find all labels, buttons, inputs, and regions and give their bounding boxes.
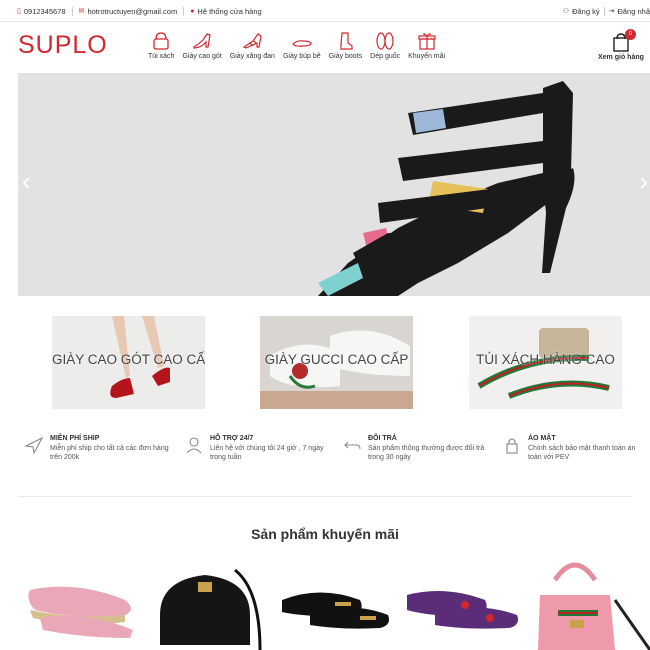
location-pin-icon: ● [190,8,195,15]
email-address: hotrotructuyen@gmail.com [87,7,178,16]
login-label: Đăng nhậ [617,7,650,16]
nav-label: Giày cao gót [182,53,222,60]
product-card[interactable] [530,560,650,650]
nav-item-slippers[interactable]: Dép guốc [370,31,400,60]
promo-caption: TÚI XÁCH HÀNG CAO [476,352,615,367]
promo-caption: GIÀY GUCCI CAO CẤP [264,352,409,367]
register-label: Đăng ký [572,7,600,16]
product-card[interactable] [25,560,138,650]
product-image-pink-espadrille [28,586,133,638]
feature-desc: Liên hệ với chúng tôi 24 giờ , 7 ngày tr… [210,444,324,461]
feature-desc: Chính sách bảo mật thanh toán an toàn vớ… [528,444,636,461]
product-image-purple-loafers [407,591,518,629]
banner-prev-arrow[interactable]: ‹ [22,168,31,194]
feature-title: ĐỔI TRẢ [368,435,397,442]
cart-label: Xem giỏ hàng [598,54,644,61]
nav-label: Giày boots [328,53,363,60]
top-bar: ▯ 0912345678 ✉ hotrotructuyen@gmail.com … [0,0,650,22]
phone-icon: ▯ [17,8,21,15]
category-nav: Túi xách Giày cao gót Giày xăng đan Giày… [148,31,453,60]
promo-tile-handbags[interactable]: TÚI XÁCH HÀNG CAO [469,316,622,409]
support-icon [186,437,202,454]
feature-title: ÁO MẬT [528,435,556,442]
cart-button[interactable]: 0 Xem giỏ hàng [598,29,644,61]
banner-shoe-image [18,73,650,296]
email-contact[interactable]: ✉ hotrotructuyen@gmail.com [79,7,178,16]
divider [71,7,73,16]
feature-returns: ĐỔI TRẢ Sản phẩm thông thường được đổi t… [342,435,487,462]
feature-title: MIỄN PHÍ SHIP [50,435,100,442]
store-system-link[interactable]: ● Hệ thống cửa hàng [190,7,261,16]
product-card[interactable] [405,560,523,650]
promo-tile-high-heels[interactable]: GIÀY CAO GÓT CAO CẤP [52,316,205,409]
feature-security: ÁO MẬT Chính sách bảo mật thanh toán an … [502,435,647,462]
register-link[interactable]: ⚇ Đăng ký [563,7,600,16]
promo-caption: GIÀY CAO GÓT CAO CẤP [52,352,205,367]
product-image-pink-handbag [538,562,650,650]
nav-item-promotions[interactable]: Khuyến mãi [408,31,445,60]
user-plus-icon: ⚇ [562,8,570,15]
site-logo[interactable]: SUPLO [18,31,108,60]
phone-contact[interactable]: ▯ 0912345678 [17,7,66,16]
boot-icon [340,32,354,50]
product-image-black-bag [160,568,262,650]
nav-item-sandals[interactable]: Giày xăng đan [230,31,275,60]
feature-desc: Miễn phí ship cho tất cả các đơn hàng tr… [50,444,169,461]
envelope-icon: ✉ [78,8,85,15]
sign-in-icon: ⇥ [608,8,615,15]
nav-label: Dép guốc [370,53,401,60]
nav-label: Khuyến mãi [408,53,446,60]
plane-icon [24,436,44,455]
gift-icon [418,33,436,50]
login-link[interactable]: ⇥ Đăng nhậ [609,7,650,16]
nav-label: Giày xăng đan [229,53,275,60]
nav-item-high-heels[interactable]: Giày cao gót [182,31,222,60]
nav-label: Túi xách [148,53,175,60]
feature-free-ship: MIỄN PHÍ SHIP Miễn phí ship cho tất cả c… [24,435,174,462]
product-card[interactable] [150,560,268,650]
nav-item-handbags[interactable]: Túi xách [148,31,174,60]
high-heel-icon [193,33,211,49]
sandal-icon [243,33,263,49]
slipper-icon [376,32,394,50]
handbag-icon [153,32,169,50]
promo-tile-gucci[interactable]: GIÀY GUCCI CAO CẤP [260,316,413,409]
product-image-black-loafers [282,592,389,629]
banner-next-arrow[interactable]: › [639,168,648,194]
return-icon [344,441,361,450]
promo-products-title: Sản phẩm khuyến mãi [251,526,399,542]
section-divider [18,496,632,497]
store-system-label: Hệ thống cửa hàng [197,7,262,16]
nav-item-boots[interactable]: Giày boots [329,31,362,60]
phone-number: 0912345678 [23,7,66,16]
nav-item-flats[interactable]: Giày búp bê [283,31,321,60]
feature-desc: Sản phẩm thông thường được đổi trả trong… [368,444,485,461]
flat-shoe-icon [291,40,312,47]
nav-label: Giày búp bê [282,53,321,60]
cart-count-badge: 0 [624,29,636,40]
feature-title: HỖ TRỢ 24/7 [210,435,254,442]
product-card[interactable] [280,560,393,650]
divider [183,7,185,16]
divider [603,7,605,16]
feature-support: HỖ TRỢ 24/7 Liên hệ với chúng tôi 24 giờ… [184,435,334,462]
lock-icon [506,438,518,454]
hero-banner[interactable]: ‹ › [18,73,650,296]
